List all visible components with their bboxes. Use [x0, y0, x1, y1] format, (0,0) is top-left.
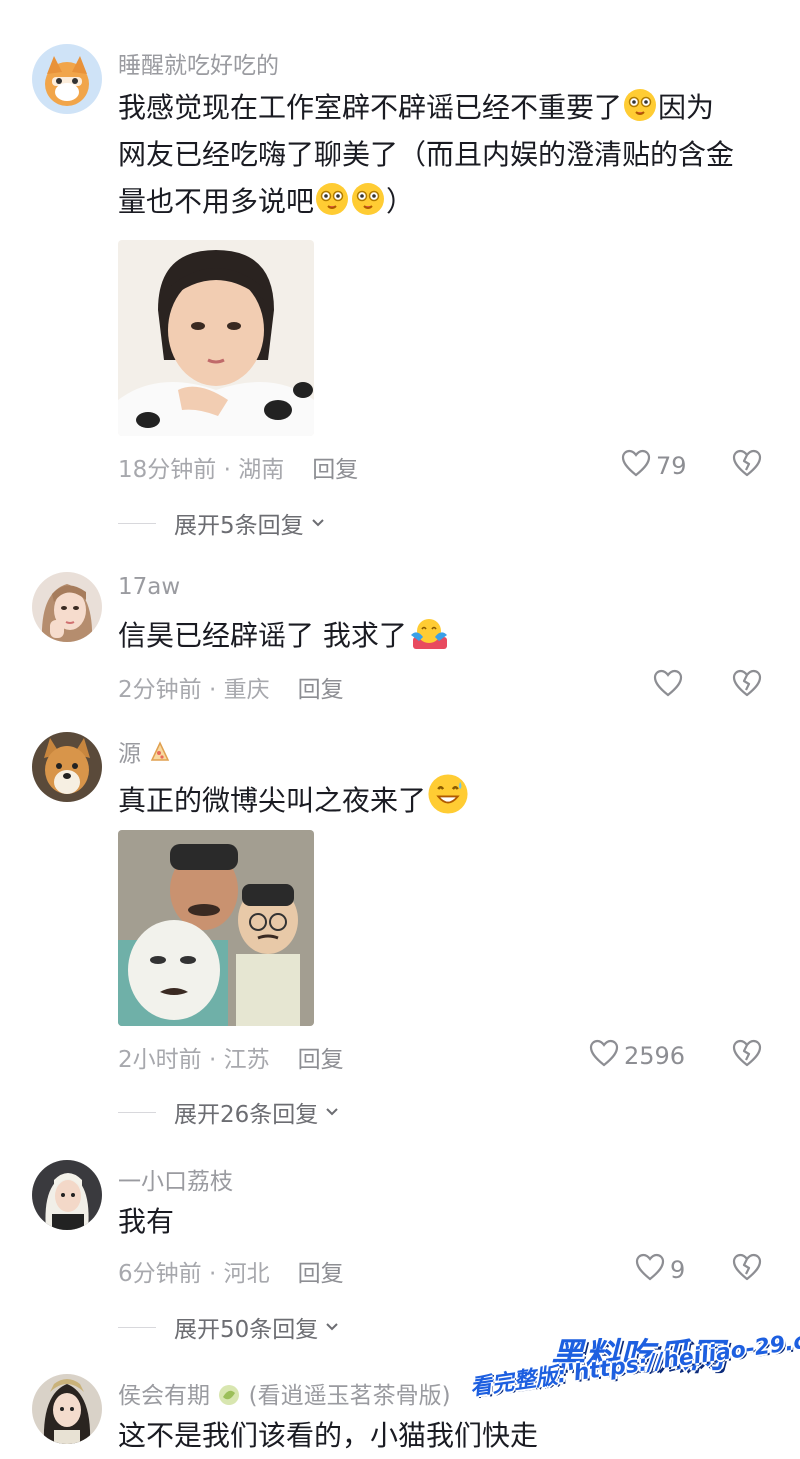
heart-icon [634, 1252, 666, 1288]
comment-text-line: 因为 [658, 91, 715, 124]
avatar[interactable] [32, 1374, 102, 1444]
heart-icon [652, 668, 684, 704]
username[interactable]: 一小口荔枝 [118, 1162, 233, 1196]
chevron-down-icon [311, 519, 324, 527]
username[interactable]: 侯会有期 (看逍遥玉茗茶骨版) [118, 1376, 451, 1413]
heart-icon [588, 1038, 620, 1074]
pizza-badge-icon [148, 740, 172, 770]
comment-text: 我感觉现在工作室辟不辟谣已经不重要了 因为 网友已经吃嗨了聊美了（而且内娱的澄清贴… [118, 84, 778, 225]
comment-meta: 2小时前 · 江苏 回复 [118, 1040, 344, 1074]
dizzy-face-emoji-icon [350, 181, 386, 217]
grinning-sweat-emoji-icon [426, 772, 470, 816]
username-text: 源 [118, 741, 141, 767]
like-button[interactable]: 2596 [588, 1038, 685, 1074]
like-button[interactable] [652, 668, 688, 704]
meta-separator: · [201, 1047, 224, 1073]
expand-label: 展开5条回复 [174, 513, 304, 539]
chevron-down-icon [326, 1323, 338, 1331]
username-tag: (看逍遥玉茗茶骨版) [248, 1383, 451, 1409]
avatar[interactable] [32, 572, 102, 642]
comment-text-line: ） [386, 185, 415, 218]
comment-text-line: 我感觉现在工作室辟不辟谣已经不重要了 [118, 91, 623, 124]
reply-button[interactable]: 回复 [298, 677, 344, 703]
broken-heart-icon [732, 1253, 762, 1281]
comment-text: 信昊已经辟谣了 我求了 [118, 612, 778, 659]
comment-text-line: 我有 [118, 1205, 175, 1238]
username[interactable]: 17aw [118, 574, 180, 600]
expand-replies-button[interactable]: 展开50条回复 [118, 1310, 340, 1344]
broken-heart-icon [732, 669, 762, 697]
comment-meta: 18分钟前 · 湖南 回复 [118, 450, 358, 484]
location: 湖南 [238, 457, 285, 483]
username[interactable]: 源 [118, 734, 172, 770]
comment-text-line: 信昊已经辟谣了 我求了 [118, 619, 407, 652]
hugging-emoji-icon [407, 615, 451, 651]
expand-replies-button[interactable]: 展开5条回复 [118, 506, 326, 540]
dislike-button[interactable] [731, 668, 763, 698]
location: 河北 [223, 1261, 270, 1287]
divider [118, 1326, 156, 1328]
reply-button[interactable]: 回复 [312, 457, 358, 483]
expand-label: 展开50条回复 [174, 1317, 319, 1343]
like-count: 79 [656, 452, 687, 480]
timestamp: 2分钟前 [118, 677, 202, 703]
reply-button[interactable]: 回复 [298, 1047, 344, 1073]
broken-heart-icon [732, 1039, 762, 1067]
meta-separator: · [201, 1261, 224, 1287]
comment-text-line: 网友已经吃嗨了聊美了（而且内娱的澄清贴的含金 [118, 138, 735, 171]
username-text: 侯会有期 [118, 1383, 210, 1409]
like-button[interactable]: 9 [634, 1252, 685, 1288]
comment-text-line: 量也不用多说吧 [118, 185, 315, 218]
comment-meta: 6分钟前 · 河北 回复 [118, 1254, 344, 1288]
username[interactable]: 睡醒就吃好吃的 [118, 46, 279, 80]
divider [118, 522, 156, 524]
heart-icon [620, 448, 652, 484]
chevron-down-icon [326, 1108, 338, 1116]
reply-button[interactable]: 回复 [298, 1261, 344, 1287]
avatar[interactable] [32, 44, 102, 114]
comment-text: 真正的微博尖叫之夜来了 [118, 772, 778, 824]
attached-image-child-portrait[interactable] [118, 240, 314, 436]
dislike-button[interactable] [731, 1038, 763, 1068]
dislike-button[interactable] [731, 1252, 763, 1282]
dislike-button[interactable] [731, 448, 763, 478]
comment-text: 我有 [118, 1198, 778, 1245]
comment-meta: 2分钟前 · 重庆 回复 [118, 670, 344, 704]
like-button[interactable]: 79 [620, 448, 687, 484]
avatar[interactable] [32, 732, 102, 802]
comment-text-line: 真正的微博尖叫之夜来了 [118, 784, 427, 817]
dizzy-face-emoji-icon [314, 181, 350, 217]
expand-label: 展开26条回复 [174, 1102, 319, 1128]
meta-separator: · [216, 457, 239, 483]
timestamp: 2小时前 [118, 1047, 202, 1073]
location: 重庆 [223, 677, 270, 703]
like-count: 9 [670, 1256, 686, 1284]
meta-separator: · [201, 677, 224, 703]
attached-image-meme[interactable] [118, 830, 314, 1026]
like-count: 2596 [624, 1042, 686, 1070]
timestamp: 18分钟前 [118, 457, 217, 483]
location: 江苏 [223, 1047, 270, 1073]
divider [118, 1111, 156, 1113]
timestamp: 6分钟前 [118, 1261, 202, 1287]
tea-badge-icon [217, 1383, 241, 1413]
expand-replies-button[interactable]: 展开26条回复 [118, 1095, 340, 1129]
broken-heart-icon [732, 449, 762, 477]
dizzy-face-emoji-icon [622, 87, 658, 123]
site-watermark: 黑料吃瓜网 看完整版: https://heiliao-29.com [469, 1324, 800, 1436]
avatar[interactable] [32, 1160, 102, 1230]
